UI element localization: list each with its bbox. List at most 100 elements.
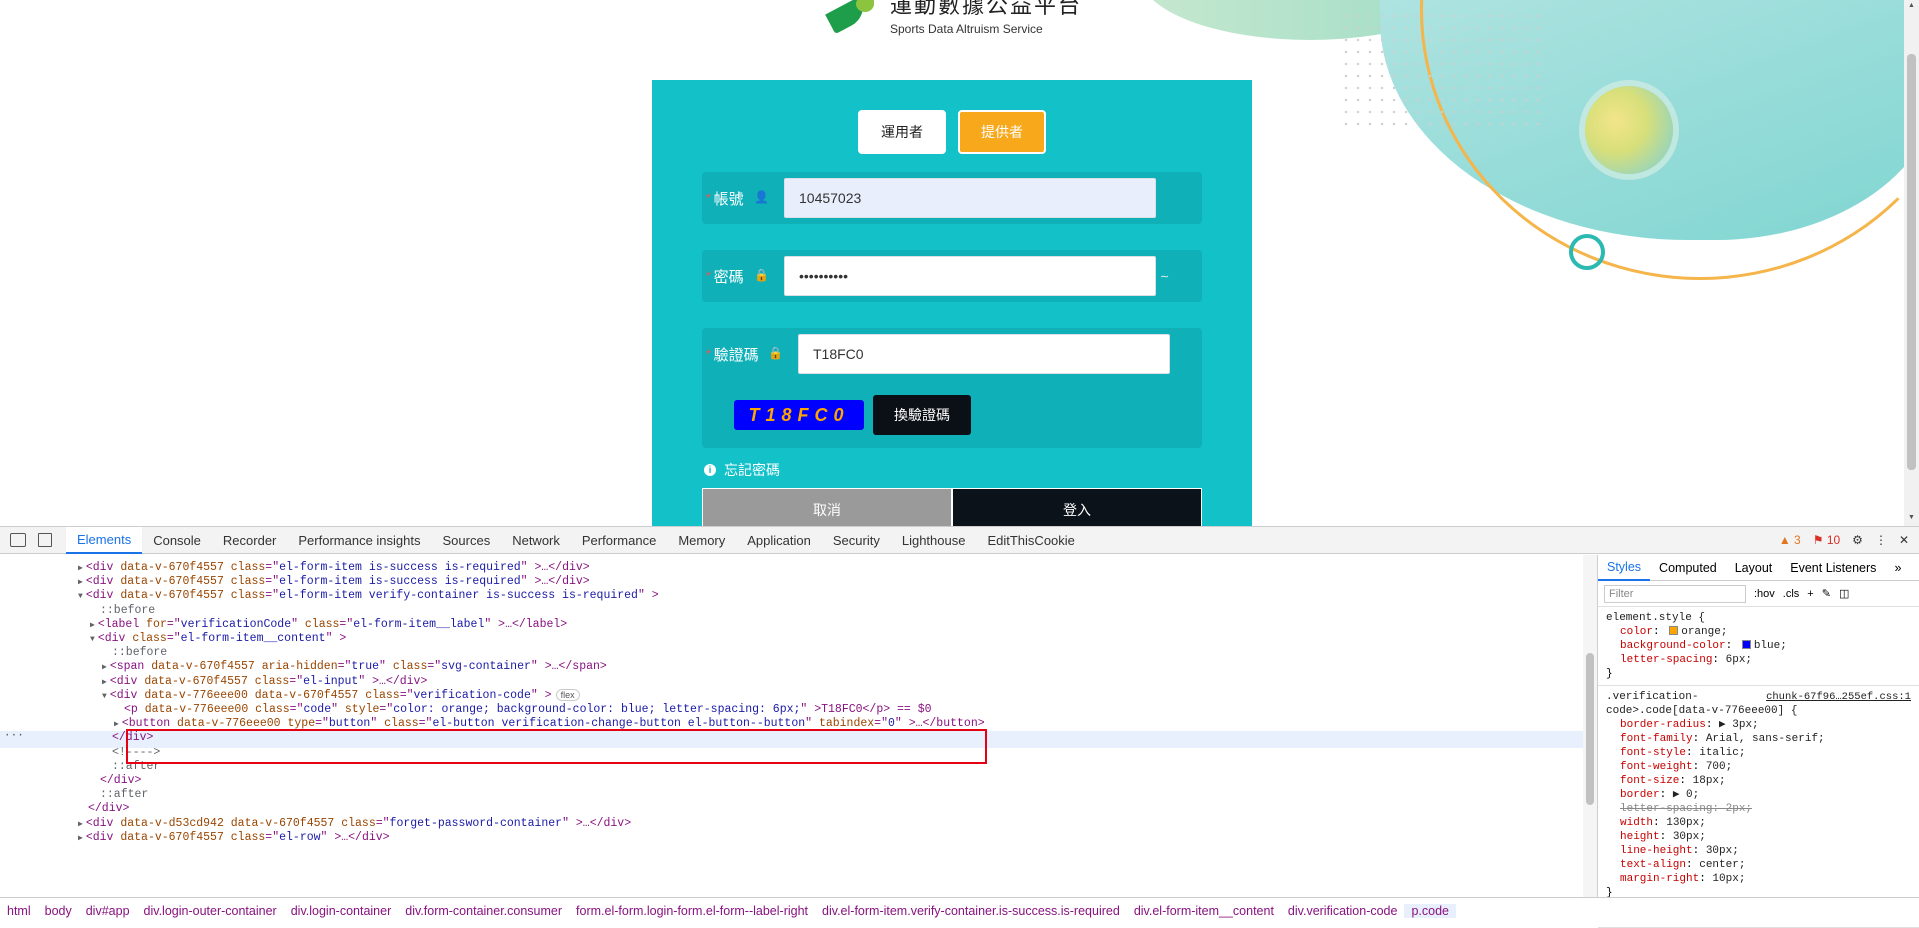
captcha-input[interactable]: T18FC0 (798, 334, 1170, 374)
cls-toggle[interactable]: .cls (1783, 588, 1800, 600)
css-property[interactable]: font-style: italic; (1606, 746, 1911, 760)
styles-tab[interactable]: Computed (1650, 555, 1726, 581)
page-scrollbar-thumb[interactable] (1907, 54, 1916, 470)
css-property[interactable]: color: orange; (1606, 625, 1911, 639)
device-toggle-icon[interactable] (38, 533, 52, 547)
css-prop-value: 2px; (1725, 803, 1753, 815)
warning-count[interactable]: ▲ 3 (1779, 533, 1801, 547)
dom-node-line[interactable]: ▶ <div data-v-670f4557 class="el-row" >…<… (78, 829, 390, 846)
node-actions-icon[interactable]: ··· (4, 730, 24, 742)
css-rule[interactable]: element.style {color: orange; background-… (1598, 607, 1919, 686)
css-property[interactable]: font-size: 18px; (1606, 774, 1911, 788)
add-rule-icon[interactable]: + (1807, 588, 1813, 600)
styles-tab[interactable]: Layout (1726, 555, 1782, 581)
page-scrollbar[interactable]: ▲ ▼ (1904, 0, 1919, 526)
breadcrumb-item[interactable]: div.login-container (284, 904, 399, 918)
devtools-tab-console[interactable]: Console (142, 527, 212, 554)
scroll-down-icon[interactable]: ▼ (1908, 514, 1915, 521)
styles-filter-input[interactable]: Filter (1604, 584, 1746, 603)
expand-toggle-icon[interactable]: ▶ (78, 578, 83, 587)
breadcrumb-item[interactable]: html (0, 904, 38, 918)
devtools-tab-security[interactable]: Security (822, 527, 891, 554)
elements-scrollbar[interactable] (1583, 555, 1597, 897)
breadcrumb-item[interactable]: div.el-form-item.verify-container.is-suc… (815, 904, 1127, 918)
devtools-tab-application[interactable]: Application (736, 527, 822, 554)
captcha-label: * 驗證碼 (706, 346, 759, 364)
color-swatch-icon[interactable] (1669, 626, 1679, 635)
breadcrumb-item[interactable]: form.el-form.login-form.el-form--label-r… (569, 904, 815, 918)
expand-toggle-icon[interactable]: ▼ (102, 692, 107, 701)
attr-value: el-form-item is-success is-required (279, 561, 521, 574)
expand-toggle-icon[interactable]: ▶ (114, 720, 119, 729)
expand-toggle-icon[interactable]: ▶ (78, 564, 83, 573)
expand-toggle-icon[interactable]: ▶ (102, 663, 107, 672)
eye-closed-icon[interactable]: ∼ (1160, 270, 1169, 283)
hov-toggle[interactable]: :hov (1754, 588, 1775, 600)
breadcrumb-item[interactable]: div.el-form-item__content (1127, 904, 1281, 918)
styles-tab[interactable]: » (1885, 555, 1910, 581)
paint-icon[interactable]: ✎ (1822, 587, 1831, 600)
tag-open: <div (85, 589, 121, 603)
more-menu-icon[interactable]: ⋮ (1875, 533, 1887, 547)
css-property[interactable]: height: 30px; (1606, 830, 1911, 844)
sidebar-toggle-icon[interactable]: ◫ (1839, 587, 1849, 600)
devtools-tab-recorder[interactable]: Recorder (212, 527, 287, 554)
inspect-icon[interactable] (10, 533, 26, 547)
devtools-tab-network[interactable]: Network (501, 527, 571, 554)
change-captcha-button[interactable]: 換驗證碼 (873, 395, 971, 435)
css-source-link[interactable]: chunk-67f96…255ef.css:1 (1766, 690, 1911, 704)
devtools-tab-editthiscookie[interactable]: EditThisCookie (976, 527, 1085, 554)
scroll-up-icon[interactable]: ▲ (1908, 2, 1915, 9)
css-prop-value: ▶ 3px; (1719, 719, 1759, 731)
cancel-button[interactable]: 取消 (702, 488, 952, 526)
breadcrumb-item[interactable]: div.form-container.consumer (398, 904, 569, 918)
breadcrumb-item[interactable]: div.login-outer-container (137, 904, 284, 918)
css-property[interactable]: width: 130px; (1606, 816, 1911, 830)
breadcrumb-item[interactable]: div#app (79, 904, 137, 918)
expand-toggle-icon[interactable]: ▶ (78, 820, 83, 829)
css-property[interactable]: letter-spacing: 2px; (1606, 802, 1911, 816)
devtools-tab-sources[interactable]: Sources (432, 527, 502, 554)
expand-toggle-icon[interactable]: ▼ (90, 635, 95, 644)
css-property[interactable]: font-family: Arial, sans-serif; (1606, 732, 1911, 746)
tag-open: <div (109, 674, 145, 688)
flex-badge[interactable]: flex (555, 688, 580, 701)
devtools-tab-memory[interactable]: Memory (667, 527, 736, 554)
devtools-tab-lighthouse[interactable]: Lighthouse (891, 527, 977, 554)
devtools-tab-performance-insights[interactable]: Performance insights (287, 527, 431, 554)
elements-scrollbar-thumb[interactable] (1586, 653, 1594, 805)
css-property[interactable]: border: ▶ 0; (1606, 788, 1911, 802)
forgot-password-link[interactable]: i 忘記密碼 (704, 460, 780, 480)
devtools-tab-performance[interactable]: Performance (571, 527, 667, 554)
breadcrumb-item[interactable]: body (38, 904, 79, 918)
styles-tab[interactable]: Event Listeners (1781, 555, 1885, 581)
expand-toggle-icon[interactable]: ▶ (78, 834, 83, 843)
dom-node-line[interactable]: ▼ <div data-v-670f4557 class="el-form-ite… (78, 587, 659, 604)
expand-toggle-icon[interactable]: ▶ (90, 621, 95, 630)
css-property[interactable]: line-height: 30px; (1606, 844, 1911, 858)
expand-toggle-icon[interactable]: ▶ (102, 678, 107, 687)
attr-name: data-v-776eee00 (144, 688, 248, 702)
tab-user[interactable]: 運用者 (858, 110, 946, 154)
css-property[interactable]: margin-right: 10px; (1606, 872, 1911, 886)
tab-provider[interactable]: 提供者 (958, 110, 1046, 154)
expand-toggle-icon[interactable]: ▼ (78, 592, 83, 601)
css-property[interactable]: text-align: center; (1606, 858, 1911, 872)
breadcrumb-item[interactable]: p.code (1404, 903, 1456, 918)
close-icon[interactable]: ✕ (1899, 533, 1909, 547)
css-rule[interactable]: chunk-67f96…255ef.css:1 .verification-cod… (1598, 686, 1919, 905)
breadcrumb-item[interactable]: div.verification-code (1281, 904, 1405, 918)
login-button[interactable]: 登入 (952, 488, 1202, 526)
site-logo[interactable]: 運動數據公益平台 Sports Data Altruism Service (828, 0, 1082, 36)
devtools-tab-elements[interactable]: Elements (66, 526, 143, 554)
password-input[interactable]: •••••••••• (784, 256, 1156, 296)
account-input[interactable]: 10457023 (784, 178, 1156, 218)
css-property[interactable]: background-color: blue; (1606, 639, 1911, 653)
error-count[interactable]: ⚑ 10 (1813, 533, 1840, 547)
gear-icon[interactable]: ⚙ (1852, 533, 1863, 547)
css-property[interactable]: letter-spacing: 6px; (1606, 653, 1911, 667)
color-swatch-icon[interactable] (1741, 640, 1751, 649)
css-property[interactable]: font-weight: 700; (1606, 760, 1911, 774)
css-property[interactable]: border-radius: ▶ 3px; (1606, 718, 1911, 732)
styles-tab[interactable]: Styles (1598, 555, 1651, 581)
